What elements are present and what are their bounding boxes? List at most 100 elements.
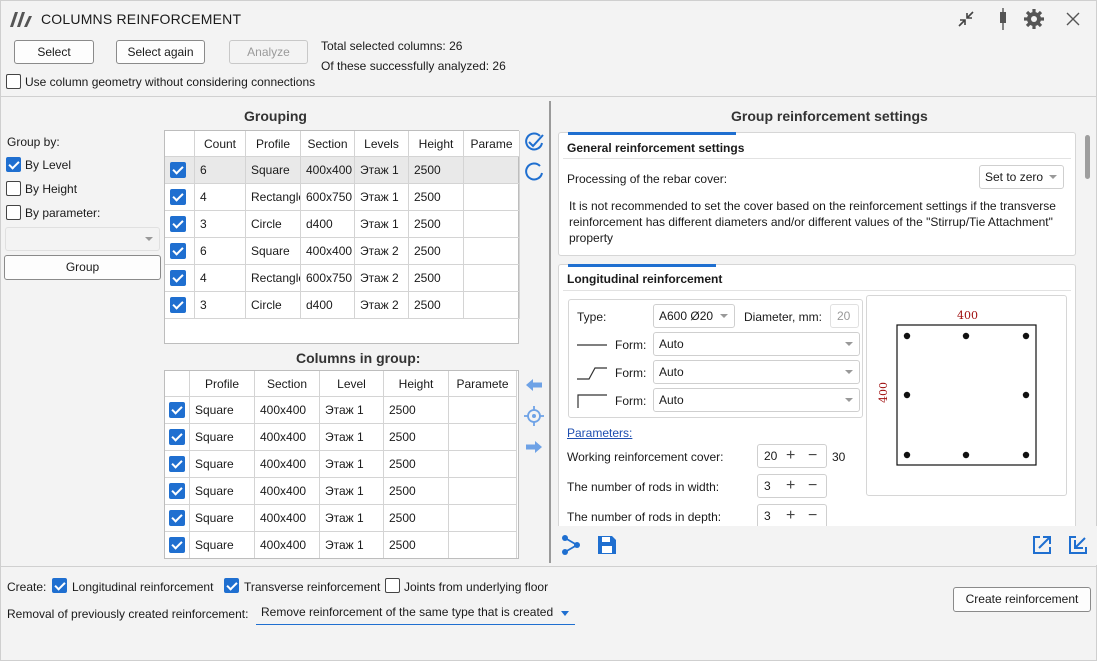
cell-height[interactable]: 2500 xyxy=(409,157,464,184)
plus-icon[interactable]: + xyxy=(786,445,795,467)
minus-icon[interactable]: − xyxy=(808,445,817,467)
removal-select[interactable]: Remove reinforcement of the same type th… xyxy=(256,601,575,625)
cell-parameter[interactable] xyxy=(464,292,520,319)
longitudinal-checkbox[interactable] xyxy=(52,578,67,593)
cell-profile[interactable]: Square xyxy=(190,532,255,558)
row-checkbox[interactable] xyxy=(169,429,185,445)
close-icon[interactable] xyxy=(1066,12,1080,26)
cell-profile[interactable]: Square xyxy=(246,238,301,265)
cell-levels[interactable]: Этаж 1 xyxy=(355,211,409,238)
by-level-checkbox[interactable] xyxy=(6,157,21,172)
header-height[interactable]: Height xyxy=(384,371,449,397)
cell-height[interactable]: 2500 xyxy=(384,424,449,451)
header-level[interactable]: Level xyxy=(320,371,384,397)
cell-section[interactable]: 600x750 xyxy=(301,265,355,292)
cell-parameter[interactable] xyxy=(449,424,517,451)
row-checkbox[interactable] xyxy=(170,243,186,259)
cell-levels[interactable]: Этаж 1 xyxy=(355,184,409,211)
minus-icon[interactable]: − xyxy=(808,475,817,497)
cell-section[interactable]: 400x400 xyxy=(301,157,355,184)
check-all-icon[interactable] xyxy=(523,132,545,152)
plus-icon[interactable]: + xyxy=(786,475,795,497)
minus-icon[interactable]: − xyxy=(808,505,817,527)
table-row[interactable]: Square 400x400 Этаж 1 2500 xyxy=(165,451,518,478)
cell-profile[interactable]: Square xyxy=(246,157,301,184)
table-row[interactable]: Square 400x400 Этаж 1 2500 xyxy=(165,424,518,451)
cell-section[interactable]: 400x400 xyxy=(255,397,320,424)
type-select[interactable]: A600 Ø20 xyxy=(653,304,735,328)
table-row[interactable]: Square 400x400 Этаж 1 2500 xyxy=(165,397,518,424)
header-parameter[interactable]: Parame xyxy=(464,131,520,157)
cell-levels[interactable]: Этаж 2 xyxy=(355,238,409,265)
cell-parameter[interactable] xyxy=(464,265,520,292)
cell-section[interactable]: 400x400 xyxy=(255,478,320,505)
table-row[interactable]: Square 400x400 Этаж 1 2500 xyxy=(165,532,518,558)
use-geometry-checkbox[interactable] xyxy=(6,74,21,89)
form-select-1[interactable]: Auto xyxy=(653,332,860,356)
cell-levels[interactable]: Этаж 2 xyxy=(355,292,409,319)
rods-width-stepper[interactable]: 3 + − xyxy=(757,474,827,498)
header-section[interactable]: Section xyxy=(301,131,355,157)
cell-height[interactable]: 2500 xyxy=(409,211,464,238)
cell-profile[interactable]: Rectangle xyxy=(246,184,301,211)
table-row[interactable]: Square 400x400 Этаж 1 2500 xyxy=(165,478,518,505)
import-icon[interactable] xyxy=(1068,535,1088,555)
splitter[interactable] xyxy=(549,101,551,563)
cell-profile[interactable]: Square xyxy=(190,505,255,532)
analyze-button[interactable]: Analyze xyxy=(229,40,308,64)
cell-levels[interactable]: Этаж 1 xyxy=(355,157,409,184)
create-reinforcement-button[interactable]: Create reinforcement xyxy=(953,587,1091,612)
cell-count[interactable]: 6 xyxy=(195,238,246,265)
row-checkbox[interactable] xyxy=(170,216,186,232)
cell-height[interactable]: 2500 xyxy=(384,397,449,424)
pin-icon[interactable] xyxy=(995,8,1011,30)
cell-count[interactable]: 4 xyxy=(195,184,246,211)
header-profile[interactable]: Profile xyxy=(246,131,301,157)
parameter-select[interactable] xyxy=(5,227,160,251)
form-select-2[interactable]: Auto xyxy=(653,360,860,384)
save-icon[interactable] xyxy=(597,535,617,555)
table-row[interactable]: Square 400x400 Этаж 1 2500 xyxy=(165,505,518,532)
row-checkbox[interactable] xyxy=(170,162,186,178)
working-cover-stepper[interactable]: 20 + − xyxy=(757,444,827,468)
header-profile[interactable]: Profile xyxy=(190,371,255,397)
cell-profile[interactable]: Rectangle xyxy=(246,265,301,292)
cell-profile[interactable]: Square xyxy=(190,478,255,505)
cell-height[interactable]: 2500 xyxy=(409,238,464,265)
table-row[interactable]: 6 Square 400x400 Этаж 2 2500 xyxy=(165,238,520,265)
by-height-checkbox[interactable] xyxy=(6,181,21,196)
joints-checkbox[interactable] xyxy=(385,578,400,593)
cover-processing-select[interactable]: Set to zero xyxy=(979,165,1064,189)
cell-count[interactable]: 3 xyxy=(195,292,246,319)
arrow-left-icon[interactable] xyxy=(525,377,543,393)
cell-section[interactable]: 600x750 xyxy=(301,184,355,211)
cell-level[interactable]: Этаж 1 xyxy=(320,478,384,505)
cell-parameter[interactable] xyxy=(464,211,520,238)
plus-icon[interactable]: + xyxy=(786,505,795,527)
cell-parameter[interactable] xyxy=(449,478,517,505)
arrow-right-icon[interactable] xyxy=(525,439,543,455)
collapse-icon[interactable] xyxy=(956,10,976,28)
settings-scrollbar[interactable] xyxy=(1085,135,1090,179)
cell-height[interactable]: 2500 xyxy=(409,184,464,211)
cell-parameter[interactable] xyxy=(449,397,517,424)
cell-parameter[interactable] xyxy=(464,157,520,184)
by-parameter-checkbox[interactable] xyxy=(6,205,21,220)
uncheck-all-icon[interactable] xyxy=(523,162,545,182)
table-row[interactable]: 6 Square 400x400 Этаж 1 2500 xyxy=(165,157,520,184)
cell-height[interactable]: 2500 xyxy=(384,451,449,478)
row-checkbox[interactable] xyxy=(169,483,185,499)
cell-profile[interactable]: Square xyxy=(190,397,255,424)
diameter-input[interactable]: 20 xyxy=(830,304,859,328)
parameters-link[interactable]: Parameters: xyxy=(567,426,632,440)
cell-levels[interactable]: Этаж 2 xyxy=(355,265,409,292)
cell-profile[interactable]: Circle xyxy=(246,211,301,238)
cell-parameter[interactable] xyxy=(464,238,520,265)
cell-parameter[interactable] xyxy=(464,184,520,211)
cell-level[interactable]: Этаж 1 xyxy=(320,505,384,532)
select-button[interactable]: Select xyxy=(14,40,94,64)
rods-depth-stepper[interactable]: 3 + − xyxy=(757,504,827,526)
cell-parameter[interactable] xyxy=(449,532,517,558)
cell-profile[interactable]: Square xyxy=(190,451,255,478)
group-button[interactable]: Group xyxy=(4,255,161,280)
